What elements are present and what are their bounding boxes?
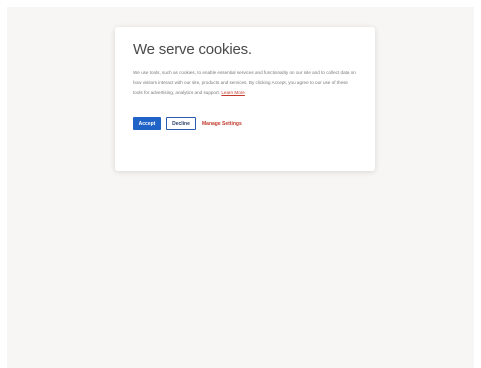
learn-more-link[interactable]: Learn More (221, 90, 245, 95)
decline-button[interactable]: Decline (166, 117, 196, 130)
accept-button[interactable]: Accept (133, 117, 161, 130)
manage-settings-link[interactable]: Manage Settings (202, 121, 242, 127)
dialog-title: We serve cookies. (133, 41, 252, 58)
button-row: Accept Decline Manage Settings (133, 117, 357, 130)
cookie-consent-dialog: We serve cookies. We use tools, such as … (115, 27, 375, 171)
dialog-body-text: We use tools, such as cookies, to enable… (133, 68, 357, 98)
